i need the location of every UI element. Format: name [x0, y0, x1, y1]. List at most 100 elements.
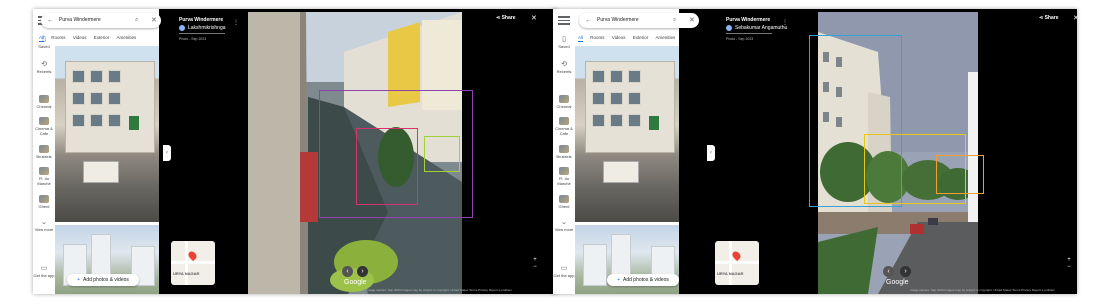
minimap-label: URYA NAGAR — [173, 271, 200, 276]
sidebar-item-saved[interactable]: ▯ Saved — [553, 36, 575, 49]
zoom-controls[interactable]: + − — [531, 257, 539, 271]
close-icon[interactable]: ✕ — [689, 13, 695, 28]
search-input[interactable]: Purva Windermere — [59, 13, 101, 28]
next-photo-button[interactable]: › — [900, 266, 911, 277]
sidebar-item-ghent[interactable]: Ghent — [553, 195, 575, 209]
bbox-orange — [936, 155, 984, 194]
place-thumbnail — [559, 95, 569, 103]
search-input[interactable]: Purva Windermere — [597, 13, 639, 28]
sidebar-item-view-more[interactable]: ⌄ View more — [553, 219, 575, 232]
phone-icon: ▭ — [560, 265, 568, 272]
sidebar-item-label: Cinema & Cafe — [555, 126, 573, 136]
back-arrow-icon[interactable]: ← — [585, 13, 592, 28]
sidebar-item-recents[interactable]: ⟲ Recents — [33, 61, 55, 74]
close-viewer-icon[interactable]: ✕ — [531, 14, 537, 22]
sidebar-item-label: Pl. du Marché — [37, 176, 51, 186]
sidebar-item-label: Get the app — [33, 273, 55, 278]
building-shape — [585, 61, 675, 153]
sidebar-item-ghent[interactable]: Ghent — [33, 195, 55, 209]
mini-map[interactable]: URYA NAGAR — [715, 241, 759, 285]
tab-exterior[interactable]: Exterior — [633, 35, 649, 40]
sidebar-item-pl-du-marche[interactable]: Pl. du Marché — [553, 167, 575, 186]
share-label: Share — [501, 15, 516, 21]
building-photo[interactable] — [55, 46, 159, 222]
sidebar-item-chennai[interactable]: Chennai — [33, 95, 55, 109]
more-options-icon[interactable]: ⋮ — [233, 19, 239, 26]
tab-amenities[interactable]: Amenities — [656, 35, 676, 40]
sidebar-item-pl-du-marche[interactable]: Pl. du Marché — [33, 167, 55, 186]
more-icon: ⌄ — [41, 219, 47, 226]
sidebar-rail: ▯ Saved ⟲ Recents Chennai Cinema & Cafe … — [553, 9, 576, 294]
sidebar-item-label: Cinema & Cafe — [35, 126, 53, 136]
sidebar-item-cinema[interactable]: Cinema & Cafe — [553, 117, 575, 136]
place-thumbnail — [39, 117, 49, 125]
sidebar-item-label: View more — [554, 227, 574, 232]
mini-map[interactable]: URYA NAGAR — [171, 241, 215, 285]
maps-window-right: ▯ Saved ⟲ Recents Chennai Cinema & Cafe … — [553, 9, 1077, 294]
sidebar-item-recents[interactable]: ⟲ Recents — [553, 61, 575, 74]
zoom-controls[interactable]: + − — [1065, 257, 1073, 271]
share-button[interactable]: ⋖ Share — [1039, 15, 1059, 21]
sidebar-item-get-app[interactable]: ▭ Get the app — [33, 265, 55, 278]
tab-rooms[interactable]: Rooms — [51, 35, 65, 40]
sidebar-item-label: Brussels — [556, 154, 572, 159]
back-arrow-icon[interactable]: ← — [47, 13, 54, 28]
sidebar-item-chennai[interactable]: Chennai — [553, 95, 575, 109]
share-label: Share — [1044, 15, 1059, 21]
photo-tabs: All Rooms Videos Exterior Amenities — [39, 35, 169, 44]
menu-icon[interactable] — [558, 14, 570, 25]
tab-exterior[interactable]: Exterior — [94, 35, 110, 40]
close-icon[interactable]: ✕ — [151, 13, 157, 28]
place-thumbnail — [39, 195, 49, 203]
search-bar[interactable]: ← Purva Windermere ⌕ ✕ — [41, 13, 161, 28]
building-photo[interactable] — [575, 46, 679, 222]
map-footer: Image capture: Sep 2023 Images may be su… — [367, 288, 513, 292]
place-thumbnail — [559, 117, 569, 125]
truck-shape — [83, 161, 119, 183]
contributor-name: Lakshmikrishnga — [188, 25, 226, 31]
collapse-panel-button[interactable]: ‹ — [163, 145, 171, 161]
sidebar-item-label: Pl. du Marché — [557, 176, 571, 186]
google-logo: Google — [886, 279, 909, 286]
tab-all[interactable]: All — [39, 35, 45, 42]
sidebar-item-brussels[interactable]: Brussels — [33, 145, 55, 159]
divider — [726, 33, 772, 34]
sidebar-item-label: Chennai — [556, 104, 572, 109]
next-photo-button[interactable]: › — [357, 266, 368, 277]
collapse-panel-button[interactable]: ‹ — [707, 145, 715, 161]
prev-photo-button[interactable]: ‹ — [342, 266, 353, 277]
sidebar-item-get-app[interactable]: ▭ Get the app — [553, 265, 575, 278]
search-bar[interactable]: ← Purva Windermere ⌕ ✕ — [579, 13, 699, 28]
map-footer: Image capture: Sep 2023 Images may be su… — [910, 288, 1056, 292]
tab-videos[interactable]: Videos — [612, 35, 626, 40]
search-icon[interactable]: ⌕ — [673, 13, 676, 28]
sidebar-item-label: Saved — [558, 44, 570, 49]
tab-rooms[interactable]: Rooms — [590, 35, 604, 40]
avatar — [726, 25, 732, 31]
bbox-red — [356, 128, 418, 205]
google-logo: Google — [344, 279, 367, 286]
tab-all[interactable]: All — [578, 35, 584, 42]
add-photos-button[interactable]: + Add photos & videos — [607, 274, 679, 286]
add-photos-button[interactable]: + Add photos & videos — [67, 274, 139, 286]
building-shape — [65, 61, 155, 153]
maps-window-left: ▯ Saved ⟲ Recents Chennai Cinema & Cafe … — [33, 9, 557, 294]
place-thumbnail — [39, 95, 49, 103]
photo-date: Photo - Sep 2023 — [726, 37, 754, 41]
bbox-green — [424, 136, 460, 172]
tab-videos[interactable]: Videos — [73, 35, 87, 40]
sidebar-item-cinema[interactable]: Cinema & Cafe — [33, 117, 55, 136]
tab-amenities[interactable]: Amenities — [117, 35, 137, 40]
divider — [179, 33, 225, 34]
share-button[interactable]: ⋖ Share — [496, 15, 516, 21]
more-options-icon[interactable]: ⋮ — [782, 19, 788, 26]
contributor-name: Sebakumar Angamuthu — [735, 25, 788, 31]
photo-tabs: All Rooms Videos Exterior Amenities — [578, 35, 708, 44]
sidebar-item-brussels[interactable]: Brussels — [553, 145, 575, 159]
prev-photo-button[interactable]: ‹ — [883, 266, 894, 277]
sidebar-item-label: Recents — [556, 69, 572, 74]
close-viewer-icon[interactable]: ✕ — [1073, 14, 1077, 22]
search-icon[interactable]: ⌕ — [135, 13, 138, 28]
sidebar-item-view-more[interactable]: ⌄ View more — [33, 219, 55, 232]
plus-icon: + — [617, 277, 621, 283]
